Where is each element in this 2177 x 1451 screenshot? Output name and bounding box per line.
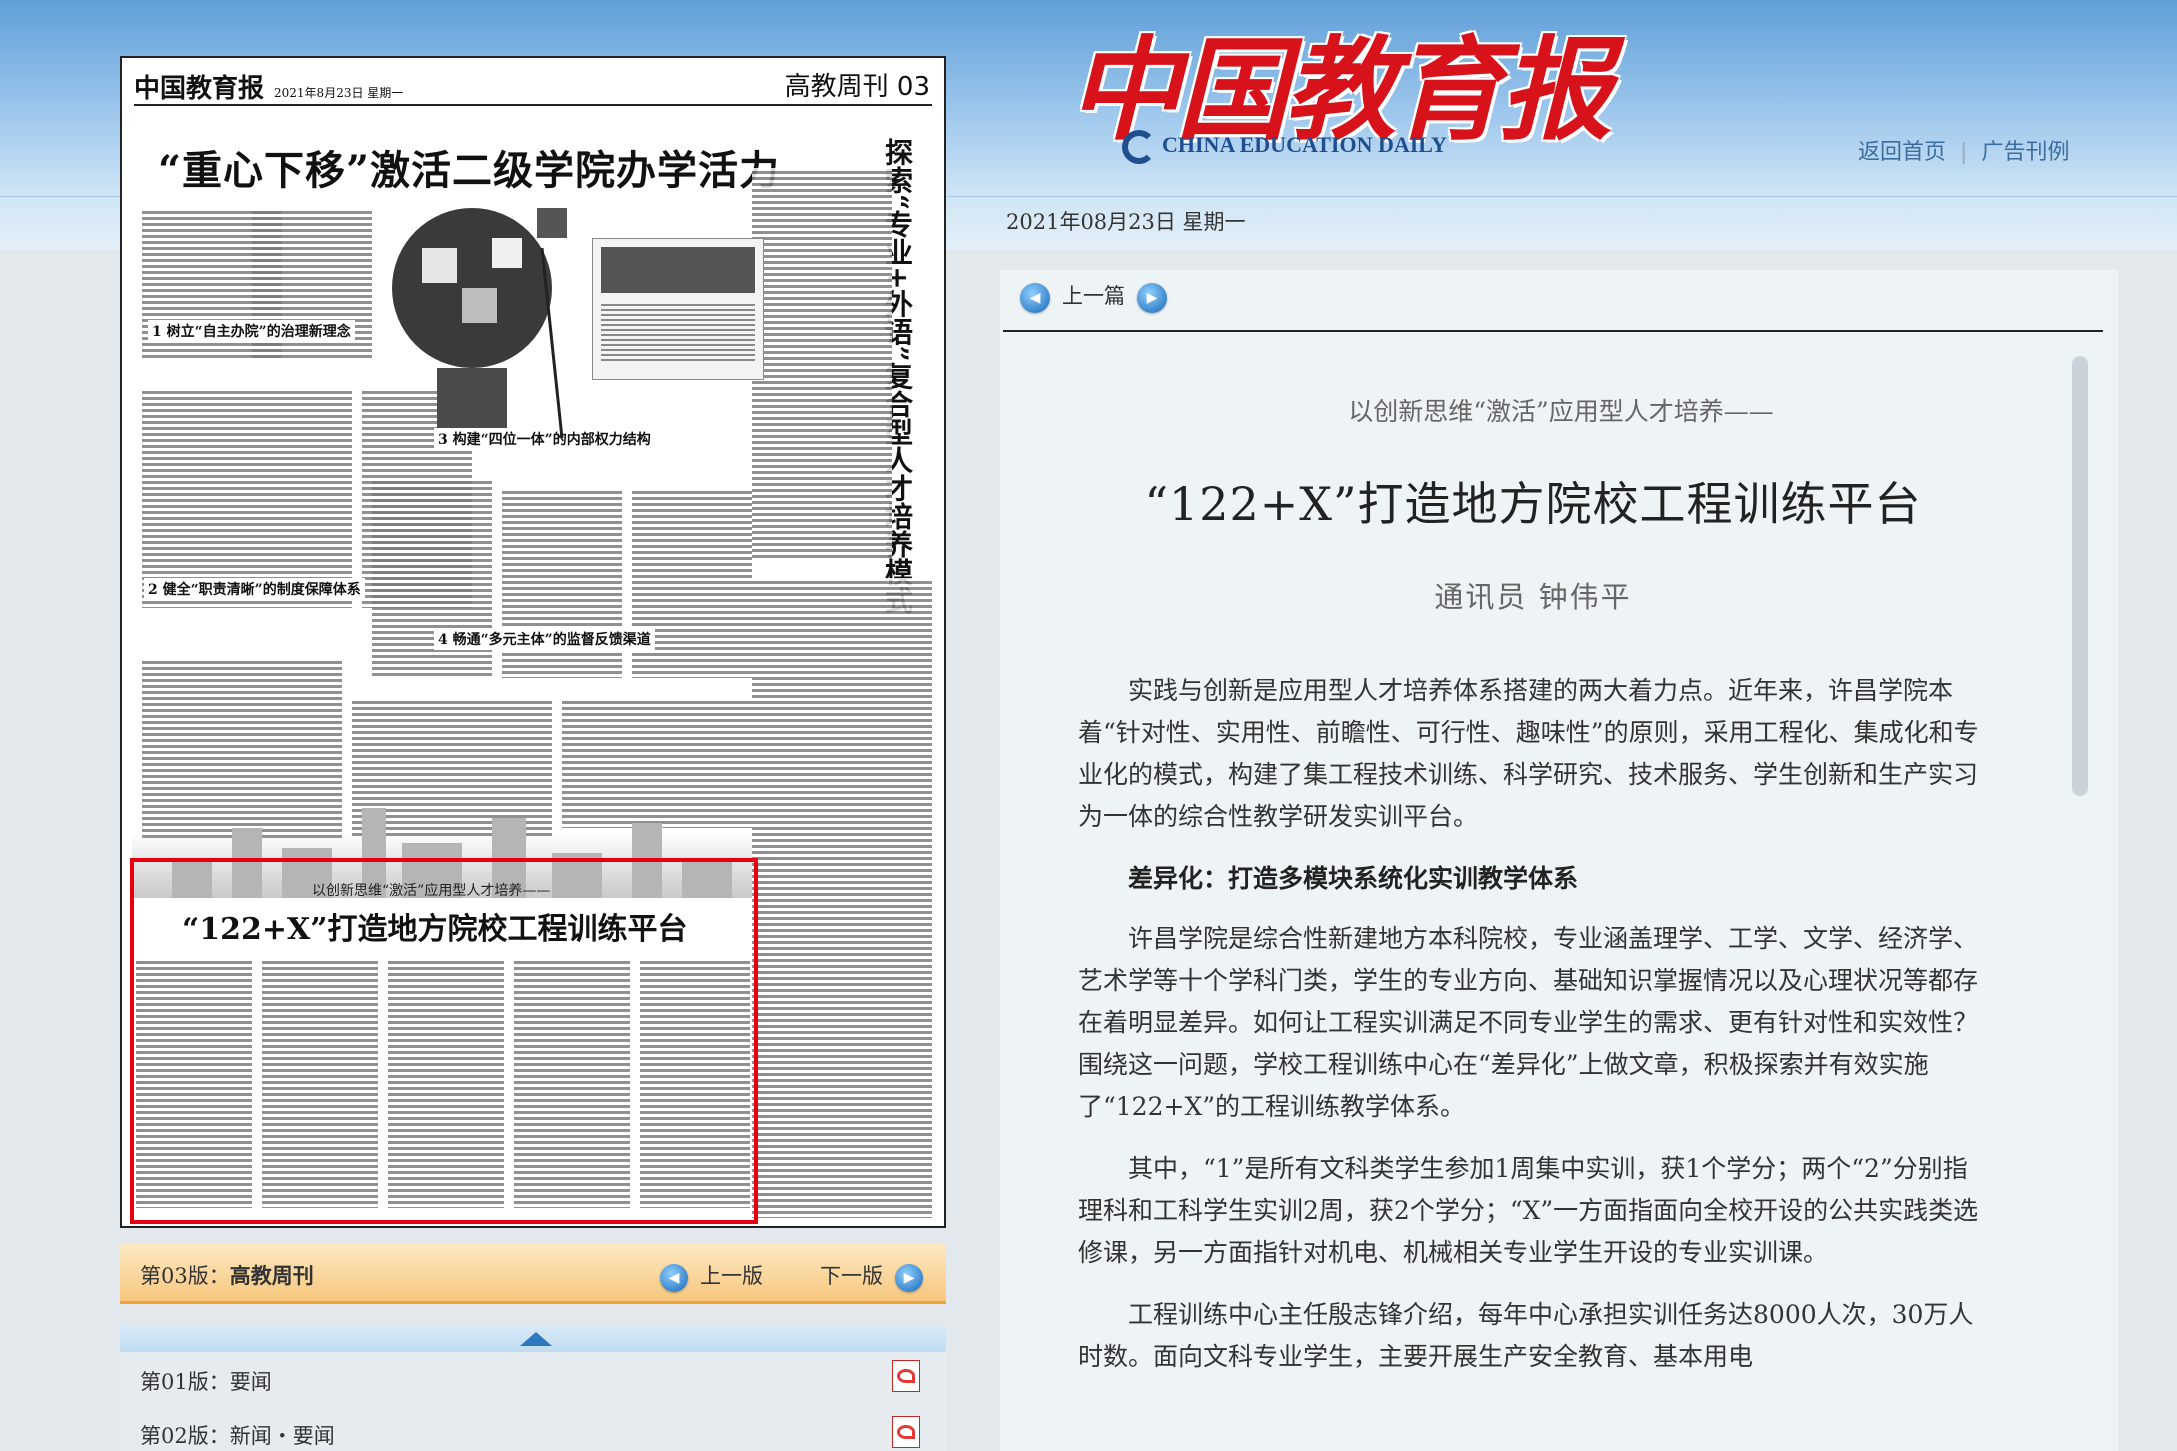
article-paragraph: 工程训练中心主任殷志锋介绍，每年中心承担实训任务达8000人次，30万人时数。面… <box>1078 1300 1974 1371</box>
edition-bar: 第03版：高教周刊 ◀ 上一版 下一版 ▶ <box>120 1244 946 1304</box>
paper-rule <box>134 104 932 106</box>
paper-masthead: 中国教育报 2021年8月23日 星期一 <box>134 74 404 104</box>
arrow-right-icon: ▶ <box>895 1263 923 1292</box>
selected-article-highlight[interactable] <box>130 858 758 1224</box>
article-title: “122+X”打造地方院校工程训练平台 <box>1144 477 1922 531</box>
article-body: 实践与创新是应用型人才培养体系搭建的两大着力点。近年来，许昌学院本着“针对性、实… <box>1078 670 1988 1378</box>
pdf-icon[interactable] <box>892 1360 920 1392</box>
current-edition-label: 第03版：高教周刊 <box>140 1263 314 1288</box>
article-paragraph: 其中，“1”是所有文科类学生参加1周集中实训，获1个学分；两个“2”分别指理科和… <box>1078 1154 1979 1267</box>
article-kicker: 以创新思维“激活”应用型人才培养—— <box>1348 397 1774 426</box>
article-paragraph: 实践与创新是应用型人才培养体系搭建的两大着力点。近年来，许昌学院本着“针对性、实… <box>1078 676 1979 831</box>
page-list-toggle[interactable] <box>120 1326 946 1352</box>
page-list-item[interactable]: 第02版：新闻・要闻 <box>140 1420 335 1450</box>
paper-text-column <box>752 578 932 1218</box>
paper-text-column <box>752 168 892 558</box>
prev-edition-button[interactable]: ◀ 上一版 <box>660 1260 763 1292</box>
paper-callout-box <box>592 238 764 380</box>
article-paragraph: 许昌学院是综合性新建地方本科院校，专业涵盖理学、工学、文学、经济学、艺术学等十个… <box>1078 924 1979 1121</box>
arrow-right-icon[interactable]: ▶ <box>1137 282 1167 313</box>
caret-up-icon <box>520 1332 552 1346</box>
nav-separator: | <box>1960 140 1968 165</box>
newspaper-page-image[interactable]: 中国教育报 2021年8月23日 星期一 高教周刊 03 “重心下移”激活二级学院… <box>120 56 946 1228</box>
arrow-left-icon: ◀ <box>660 1263 688 1292</box>
pdf-icon[interactable] <box>892 1416 920 1448</box>
prev-article-button[interactable]: ◀ 上一篇 ▶ <box>1020 280 1167 313</box>
page-list: 第01版：要闻 第02版：新闻・要闻 <box>120 1352 946 1451</box>
nav-ads-link[interactable]: 广告刊例 <box>1981 140 2069 165</box>
paper-text-column <box>142 388 352 608</box>
article-content: 以创新思维“激活”应用型人才培养—— “122+X”打造地方院校工程训练平台 通… <box>1078 392 1988 1398</box>
article-section-heading: 差异化：打造多模块系统化实训教学体系 <box>1128 864 1579 893</box>
issue-date: 2021年08月23日 星期一 <box>1006 210 1246 234</box>
lightbulb-illustration <box>392 208 567 439</box>
page-list-item[interactable]: 第01版：要闻 <box>140 1366 272 1396</box>
top-nav: 返回首页 | 广告刊例 <box>1858 134 2069 166</box>
arrow-left-icon: ◀ <box>1020 282 1050 313</box>
paper-subhead: 1 树立“自主办院”的治理新理念 <box>148 320 355 342</box>
scrollbar-thumb[interactable] <box>2072 356 2088 796</box>
next-edition-button[interactable]: 下一版 ▶ <box>820 1260 923 1292</box>
paper-headline-top[interactable]: “重心下移”激活二级学院办学活力 <box>158 138 780 196</box>
paper-subhead: 2 健全“职责清晰”的制度保障体系 <box>144 578 365 600</box>
panel-divider <box>1003 330 2103 332</box>
nav-home-link[interactable]: 返回首页 <box>1858 140 1946 165</box>
article-byline: 通讯员 钟伟平 <box>1434 580 1632 614</box>
paper-subhead: 4 畅通“多元主体”的监督反馈渠道 <box>434 628 655 650</box>
site-logo-english: CHINA EDUCATION DAILY <box>1162 132 1447 157</box>
paper-page-tag: 高教周刊 03 <box>784 72 930 102</box>
